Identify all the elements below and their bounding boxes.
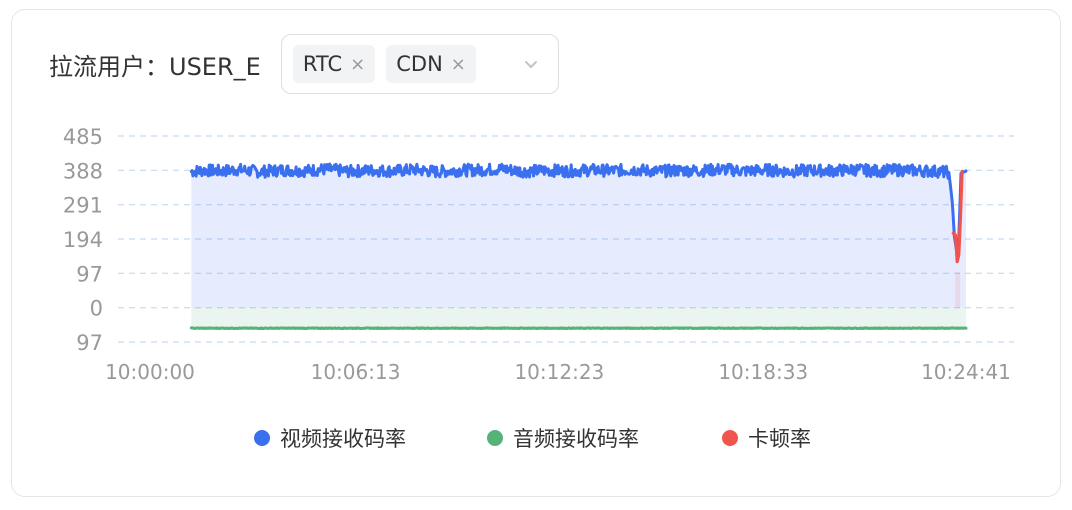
legend-label: 卡顿率 [748, 427, 811, 451]
legend-dot [254, 430, 270, 446]
legend-label: 视频接收码率 [280, 427, 406, 451]
series-area [191, 307, 967, 329]
y-tick-label: 194 [63, 228, 103, 252]
y-tick-label: 97 [76, 331, 103, 355]
legend-dot [722, 430, 738, 446]
chart-legend: 视频接收码率 音频接收码率 卡顿率 [0, 423, 1072, 457]
legend-item[interactable]: 卡顿率 [722, 423, 811, 453]
x-tick-label: 10:24:41 [921, 360, 1011, 384]
legend-label: 音频接收码率 [513, 427, 639, 451]
x-tick-label: 10:18:33 [718, 360, 808, 384]
legend-dot [487, 430, 503, 446]
stall-band [955, 272, 961, 308]
y-tick-label: 97 [76, 262, 103, 286]
series-area [191, 164, 967, 308]
series-line [189, 326, 968, 330]
y-tick-label: 485 [63, 125, 103, 149]
legend-item[interactable]: 音频接收码率 [487, 423, 639, 453]
y-tick-label: 0 [90, 297, 103, 321]
x-tick-label: 10:12:23 [514, 360, 604, 384]
line-chart: 4853882911949709710:00:00 10:06:13 10:12:2… [63, 125, 1014, 384]
y-tick-label: 388 [63, 159, 103, 183]
x-tick-label: 10:06:13 [311, 360, 401, 384]
x-tick-label: 10:00:00 [105, 360, 195, 384]
legend-item[interactable]: 视频接收码率 [254, 423, 406, 453]
y-tick-label: 291 [63, 194, 103, 218]
